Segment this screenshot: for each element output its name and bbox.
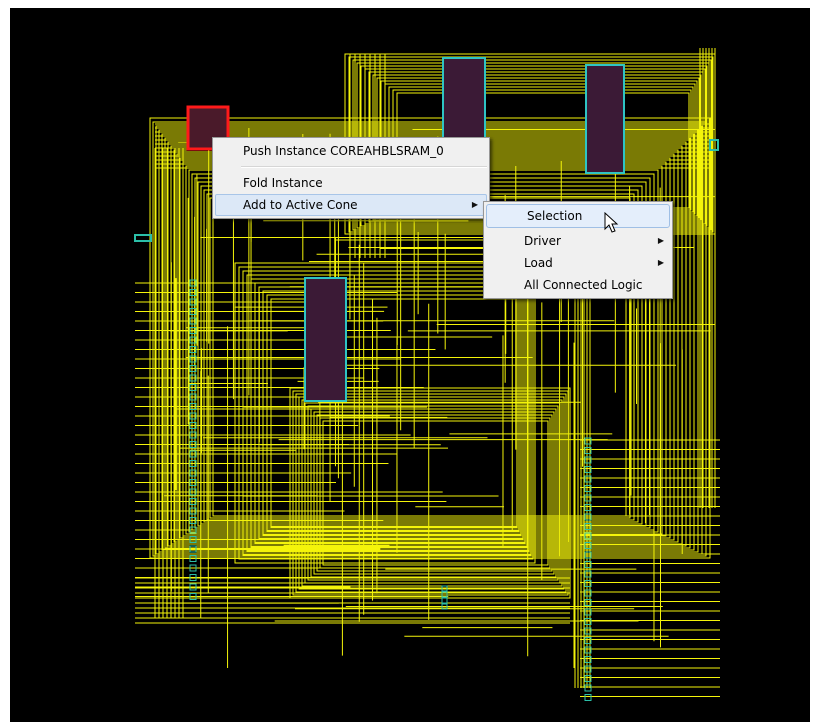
menu-item-label: Driver <box>524 234 561 248</box>
menu-item-push-instance[interactable]: Push Instance COREAHBLSRAM_0 <box>213 140 489 162</box>
menu-separator <box>241 166 487 168</box>
triangle-right-icon: ▶ <box>657 236 664 245</box>
arrow-pointer-icon <box>604 212 619 233</box>
triangle-right-icon: ▶ <box>657 258 664 267</box>
screenshot-frame: Push Instance COREAHBLSRAM_0 Fold Instan… <box>0 0 814 726</box>
menu-item-label: Add to Active Cone <box>243 198 358 212</box>
triangle-right-icon: ▶ <box>471 200 478 209</box>
menu-item-label: All Connected Logic <box>524 278 643 292</box>
menu-item-label: Selection <box>527 209 583 223</box>
context-menu: Push Instance COREAHBLSRAM_0 Fold Instan… <box>212 137 490 219</box>
schematic-canvas[interactable] <box>10 8 810 722</box>
submenu-item-selection[interactable]: Selection <box>486 204 670 228</box>
menu-item-label: Fold Instance <box>243 176 323 190</box>
instance-block[interactable] <box>304 277 347 402</box>
submenu-item-all-connected-logic[interactable]: All Connected Logic <box>484 274 672 296</box>
instance-block[interactable] <box>585 64 625 174</box>
port-block[interactable] <box>134 234 152 242</box>
instances-layer <box>134 57 719 402</box>
menu-item-label: Load <box>524 256 553 270</box>
menu-item-add-to-active-cone[interactable]: Add to Active Cone ▶ <box>215 194 487 216</box>
submenu-item-load[interactable]: Load ▶ <box>484 252 672 274</box>
menu-item-fold-instance[interactable]: Fold Instance <box>213 172 489 194</box>
menu-item-label: Push Instance COREAHBLSRAM_0 <box>243 144 444 158</box>
submenu-item-driver[interactable]: Driver ▶ <box>484 230 672 252</box>
submenu: Selection Driver ▶ Load ▶ All Connected Lo… <box>483 201 673 299</box>
port-block[interactable] <box>709 139 719 151</box>
